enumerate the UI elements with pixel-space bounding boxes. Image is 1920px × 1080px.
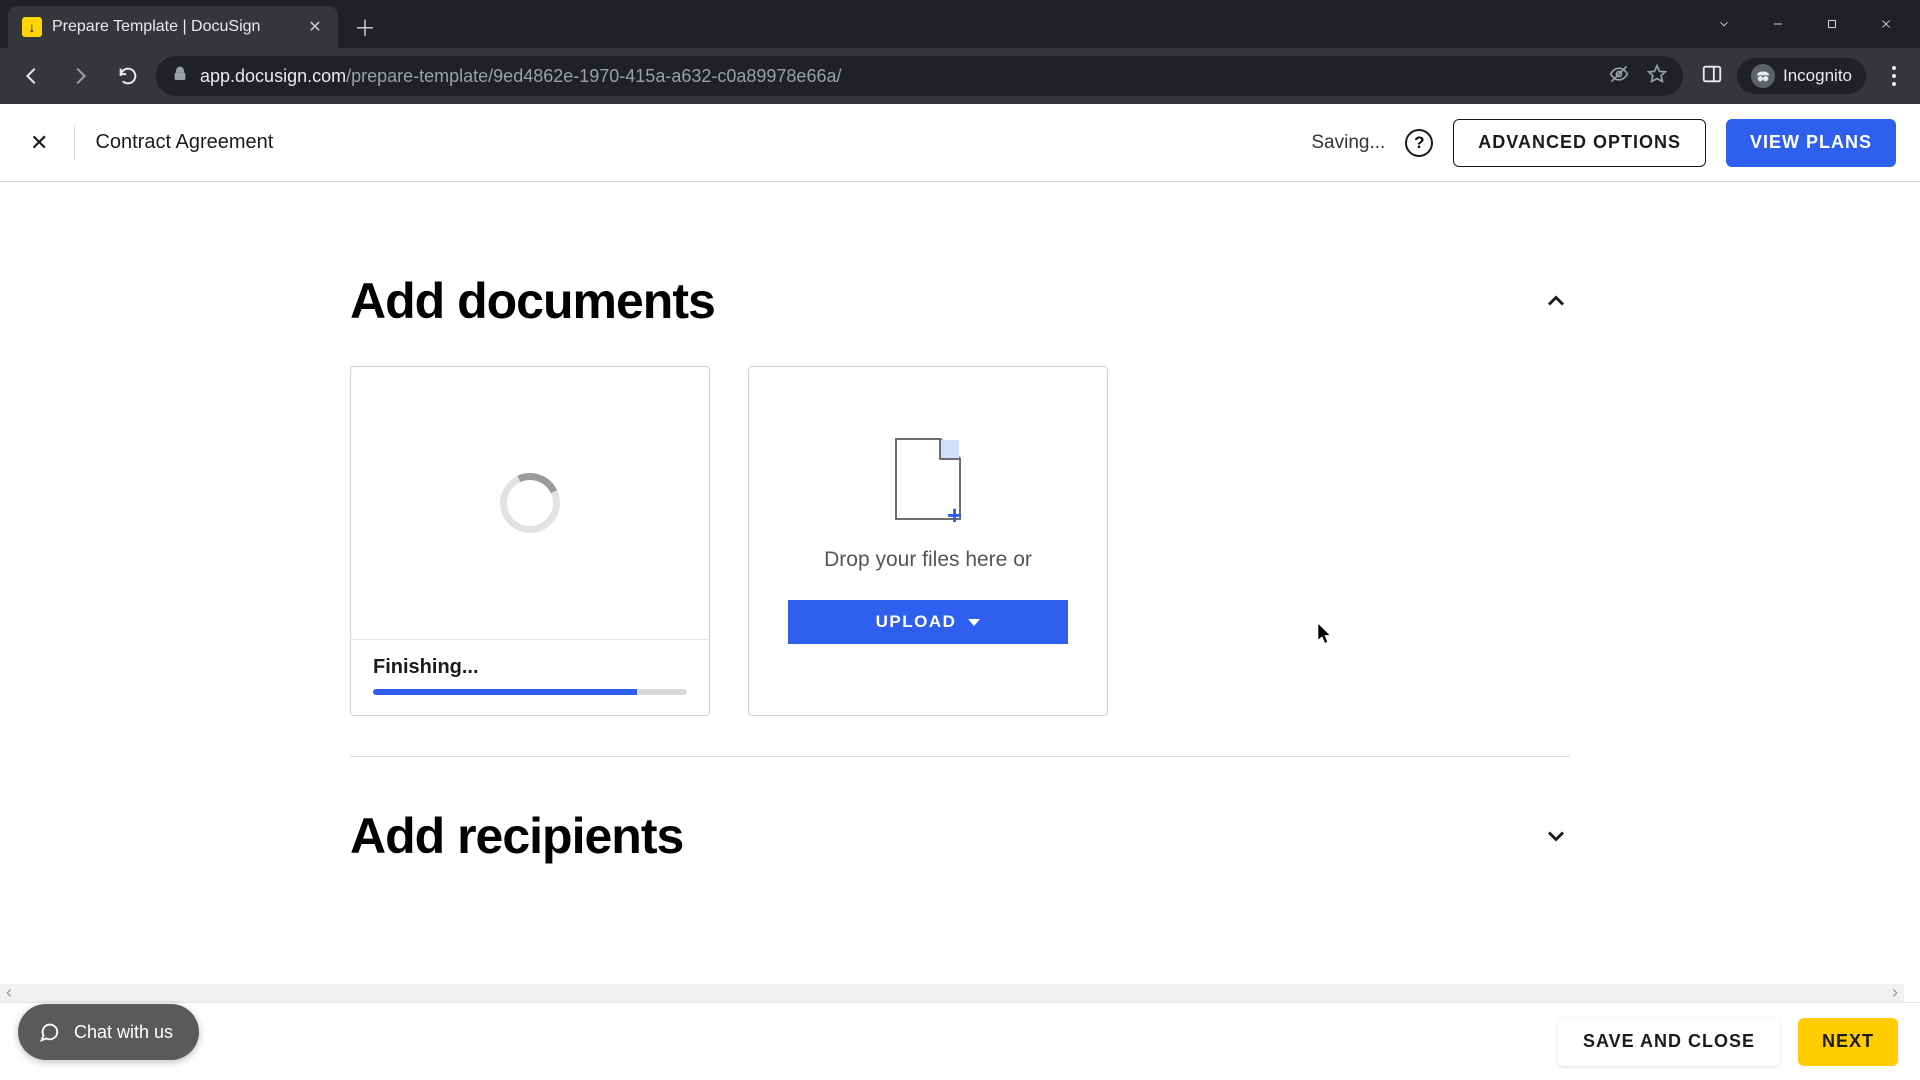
incognito-icon bbox=[1751, 64, 1775, 88]
upload-button[interactable]: UPLOAD bbox=[788, 600, 1068, 644]
window-maximize-button[interactable] bbox=[1806, 5, 1858, 43]
tab-title: Prepare Template | DocuSign bbox=[52, 18, 296, 36]
incognito-badge[interactable]: Incognito bbox=[1737, 58, 1866, 94]
collapse-add-documents-button[interactable] bbox=[1542, 287, 1570, 315]
add-document-plus-icon: + bbox=[947, 506, 969, 528]
tracking-protection-icon[interactable] bbox=[1609, 64, 1629, 89]
help-button[interactable]: ? bbox=[1405, 129, 1433, 157]
docusign-favicon-icon: ↓ bbox=[22, 17, 42, 37]
add-recipients-title: Add recipients bbox=[350, 807, 683, 865]
spinner-icon bbox=[492, 465, 569, 542]
bookmark-star-icon[interactable] bbox=[1647, 64, 1667, 89]
section-add-documents: Add documents Finishing... bbox=[350, 242, 1570, 757]
next-button[interactable]: NEXT bbox=[1798, 1018, 1898, 1066]
section-divider bbox=[350, 756, 1570, 757]
horizontal-scrollbar[interactable] bbox=[0, 984, 1904, 1002]
tab-search-button[interactable] bbox=[1698, 5, 1750, 43]
side-panel-icon[interactable] bbox=[1701, 63, 1723, 90]
upload-progress-fill bbox=[373, 689, 637, 695]
uploading-document-card: Finishing... bbox=[350, 366, 710, 716]
document-cards: Finishing... + Drop your files here or bbox=[350, 366, 1570, 716]
nav-forward-button[interactable] bbox=[60, 56, 100, 96]
view-plans-button[interactable]: VIEW PLANS bbox=[1726, 119, 1896, 167]
save-and-close-button[interactable]: SAVE AND CLOSE bbox=[1558, 1018, 1780, 1066]
browser-toolbar: app.docusign.com/prepare-template/9ed486… bbox=[0, 48, 1920, 104]
nav-reload-button[interactable] bbox=[108, 56, 148, 96]
browser-chrome: ↓ Prepare Template | DocuSign ✕ ＋ bbox=[0, 0, 1920, 104]
content-wrap: Add documents Finishing... bbox=[0, 182, 1920, 1080]
template-name: Contract Agreement bbox=[95, 131, 273, 154]
nav-back-button[interactable] bbox=[12, 56, 52, 96]
chat-label: Chat with us bbox=[74, 1022, 173, 1043]
scroll-right-icon[interactable] bbox=[1888, 986, 1902, 1000]
browser-menu-button[interactable] bbox=[1880, 66, 1908, 86]
advanced-options-button[interactable]: ADVANCED OPTIONS bbox=[1453, 119, 1706, 167]
lock-icon bbox=[172, 66, 188, 87]
scroll-left-icon[interactable] bbox=[2, 986, 16, 1000]
upload-status-text: Finishing... bbox=[373, 656, 687, 679]
app-root: ✕ Contract Agreement Saving... ? ADVANCE… bbox=[0, 104, 1920, 1080]
chat-icon bbox=[38, 1021, 60, 1043]
add-documents-title: Add documents bbox=[350, 272, 715, 330]
address-bar[interactable]: app.docusign.com/prepare-template/9ed486… bbox=[156, 56, 1683, 96]
incognito-label: Incognito bbox=[1783, 66, 1852, 86]
live-chat-button[interactable]: Chat with us bbox=[18, 1004, 199, 1060]
app-header: ✕ Contract Agreement Saving... ? ADVANCE… bbox=[0, 104, 1920, 182]
toolbar-right: Incognito bbox=[1701, 58, 1908, 94]
saving-status: Saving... bbox=[1311, 132, 1385, 154]
section-add-recipients: Add recipients bbox=[350, 797, 1570, 901]
tab-strip: ↓ Prepare Template | DocuSign ✕ ＋ bbox=[0, 0, 1920, 48]
upload-button-label: UPLOAD bbox=[876, 612, 957, 632]
close-template-button[interactable]: ✕ bbox=[24, 126, 54, 160]
window-minimize-button[interactable] bbox=[1752, 5, 1804, 43]
upload-progress-bar bbox=[373, 689, 687, 695]
new-tab-button[interactable]: ＋ bbox=[348, 10, 382, 44]
tab-close-icon[interactable]: ✕ bbox=[306, 18, 324, 36]
browser-tab[interactable]: ↓ Prepare Template | DocuSign ✕ bbox=[8, 6, 338, 48]
divider bbox=[74, 125, 75, 161]
expand-add-recipients-button[interactable] bbox=[1542, 822, 1570, 850]
footer-bar: SAVE AND CLOSE NEXT bbox=[0, 1002, 1920, 1080]
window-controls bbox=[1698, 0, 1920, 48]
caret-down-icon bbox=[968, 619, 980, 626]
window-close-button[interactable] bbox=[1860, 5, 1912, 43]
content-scroll[interactable]: Add documents Finishing... bbox=[0, 182, 1920, 1080]
dropzone-card[interactable]: + Drop your files here or UPLOAD bbox=[748, 366, 1108, 716]
url-text: app.docusign.com/prepare-template/9ed486… bbox=[200, 66, 1597, 87]
drop-hint-text: Drop your files here or bbox=[824, 548, 1032, 572]
